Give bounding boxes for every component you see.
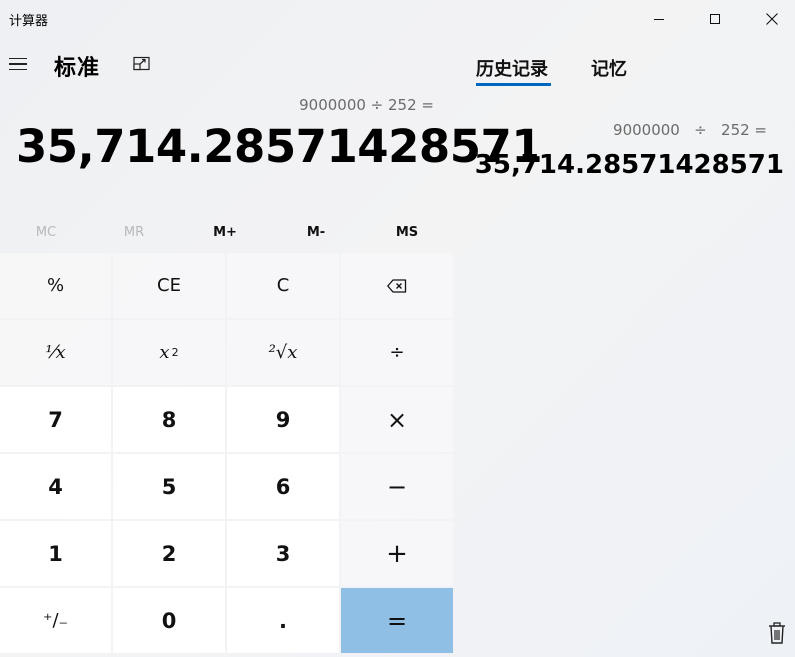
reciprocal-label: ⅟x — [45, 342, 66, 363]
keep-on-top-button[interactable] — [131, 55, 153, 73]
navigation-menu-button[interactable] — [6, 54, 30, 74]
minimize-button[interactable] — [636, 0, 682, 38]
equals-button[interactable]: = — [341, 588, 453, 653]
digit-9-button[interactable]: 9 — [227, 387, 339, 452]
decimal-button[interactable]: . — [227, 588, 339, 653]
backspace-icon — [387, 278, 407, 293]
multiply-button[interactable]: × — [341, 387, 453, 452]
active-tab-indicator — [476, 83, 551, 86]
digit-0-button[interactable]: 0 — [113, 588, 225, 653]
digit-1-button[interactable]: 1 — [0, 521, 111, 586]
tab-history[interactable]: 历史记录 — [476, 55, 548, 81]
clear-button[interactable]: C — [227, 253, 339, 318]
digit-8-button[interactable]: 8 — [113, 387, 225, 452]
history-entry-result[interactable]: 35,714.28571428571 — [475, 150, 784, 180]
maximize-button[interactable] — [692, 0, 738, 38]
negate-button[interactable]: ⁺/₋ — [0, 588, 111, 653]
keep-on-top-icon — [133, 56, 150, 71]
digit-7-button[interactable]: 7 — [0, 387, 111, 452]
memory-clear-button[interactable]: MC — [0, 218, 92, 246]
maximize-icon — [710, 14, 720, 24]
percent-button[interactable]: % — [0, 253, 111, 318]
square-exp-label: 2 — [171, 346, 179, 359]
subtract-button[interactable]: − — [341, 454, 453, 519]
history-entry-expression[interactable]: 9000000 ÷ 252 = — [613, 121, 767, 139]
close-button[interactable] — [749, 0, 795, 38]
divide-button[interactable]: ÷ — [341, 320, 453, 385]
clear-entry-button[interactable]: CE — [113, 253, 225, 318]
backspace-button[interactable] — [341, 253, 453, 318]
keypad: % CE C ⅟x x2 ²√x ÷ 7 8 9 × 4 5 6 − 1 2 3… — [0, 253, 453, 657]
tab-memory[interactable]: 记忆 — [591, 55, 627, 81]
app-title: 计算器 — [9, 14, 49, 29]
hamburger-icon — [9, 57, 27, 60]
digit-3-button[interactable]: 3 — [227, 521, 339, 586]
square-base-label: x — [159, 342, 170, 363]
square-root-label: ²√x — [268, 342, 298, 363]
hamburger-icon-line — [9, 68, 27, 71]
trash-icon — [769, 622, 785, 644]
expression-display: 9000000 ÷ 252 = — [299, 96, 434, 114]
square-button[interactable]: x2 — [113, 320, 225, 385]
digit-5-button[interactable]: 5 — [113, 454, 225, 519]
minimize-icon — [654, 18, 664, 20]
add-button[interactable]: + — [341, 521, 453, 586]
result-display: 35,714.28571428571 — [16, 120, 543, 173]
memory-subtract-button[interactable]: M- — [270, 218, 362, 246]
close-icon — [766, 13, 778, 25]
hamburger-icon-line — [9, 63, 27, 65]
digit-6-button[interactable]: 6 — [227, 454, 339, 519]
digit-4-button[interactable]: 4 — [0, 454, 111, 519]
memory-add-button[interactable]: M+ — [179, 218, 271, 246]
mode-title: 标准 — [54, 56, 101, 81]
reciprocal-button[interactable]: ⅟x — [0, 320, 111, 385]
square-root-button[interactable]: ²√x — [227, 320, 339, 385]
memory-store-button[interactable]: MS — [361, 218, 453, 246]
clear-history-button[interactable] — [766, 620, 788, 646]
digit-2-button[interactable]: 2 — [113, 521, 225, 586]
memory-recall-button[interactable]: MR — [88, 218, 180, 246]
